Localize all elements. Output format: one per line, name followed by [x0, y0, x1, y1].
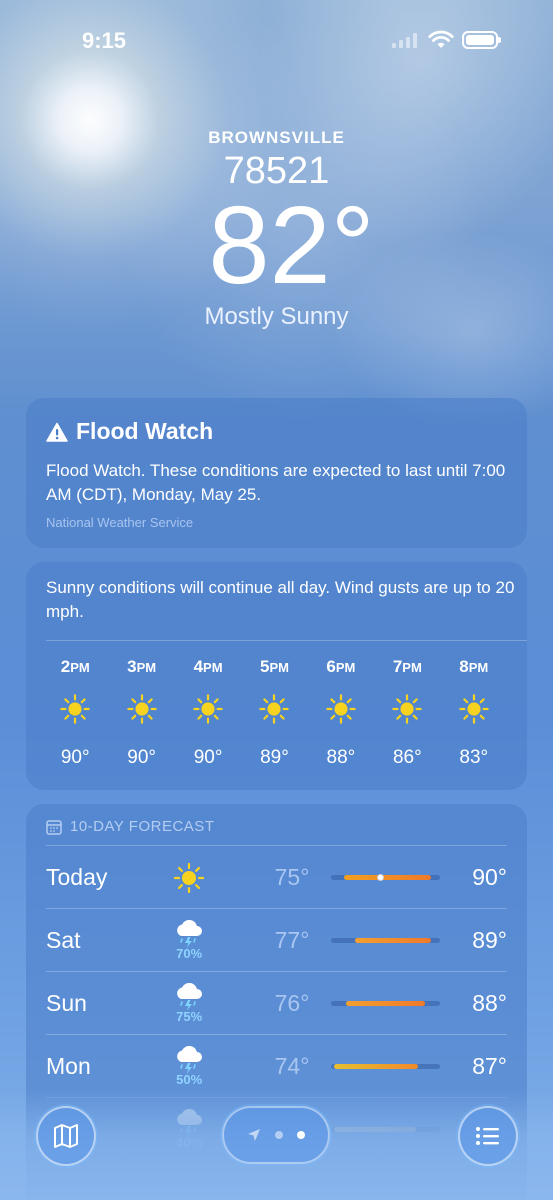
- thunderstorm-icon: 40%: [161, 1108, 218, 1150]
- hour-label: 8PM: [459, 657, 489, 676]
- location-list-button[interactable]: [458, 1106, 518, 1166]
- precip-chance: 40%: [176, 1134, 203, 1150]
- hour-label: 3PM: [127, 657, 157, 676]
- forecast-high: 87°: [472, 1052, 507, 1079]
- forecast-row[interactable]: Mon 50% 74° 87°: [46, 1034, 507, 1097]
- forecast-low: 76°: [274, 989, 310, 1016]
- status-bar: 9:15: [0, 0, 553, 80]
- current-condition: Mostly Sunny: [204, 303, 349, 330]
- alert-source[interactable]: National Weather Service: [46, 515, 507, 530]
- sun-icon: [161, 862, 218, 894]
- temperature-range-fill: [355, 937, 432, 943]
- forecast-header-text: 10-DAY FORECAST: [70, 818, 215, 835]
- sun-icon: [42, 681, 108, 737]
- sun-icon: [241, 681, 307, 737]
- sun-icon: [374, 681, 440, 737]
- temperature-range-bar: [331, 873, 441, 881]
- hour-label: 7PM: [392, 657, 422, 676]
- alert-description: Flood Watch. These conditions are expect…: [46, 461, 506, 504]
- hour-item: 5PM 89°: [241, 657, 307, 769]
- hour-temp: 83°: [459, 747, 489, 768]
- forecast-low: 74°: [274, 1052, 310, 1079]
- thunderstorm-icon: 70%: [161, 919, 218, 961]
- hour-label: 2PM: [60, 657, 90, 676]
- temperature-range-fill: [345, 1000, 425, 1006]
- forecast-low: 75°: [274, 863, 310, 890]
- forecast-day: Sun: [46, 989, 87, 1016]
- page-indicator[interactable]: [222, 1106, 330, 1164]
- forecast-high: 88°: [472, 989, 507, 1016]
- calendar-icon: [46, 819, 62, 835]
- hour-temp: 89°: [260, 747, 289, 768]
- temperature-range-fill: [333, 1126, 417, 1132]
- hour-item: 3PM 90°: [108, 657, 174, 769]
- hourly-summary: Sunny conditions will continue all day. …: [46, 578, 515, 621]
- wifi-icon: [428, 30, 454, 48]
- page-dot-active[interactable]: [297, 1131, 305, 1139]
- precip-chance: 70%: [176, 945, 203, 961]
- page-dot[interactable]: [275, 1131, 283, 1139]
- hour-temp: 90°: [127, 747, 156, 768]
- forecast-day: Mon: [46, 1052, 91, 1079]
- temperature-range-bar: [331, 1063, 441, 1069]
- divider: [46, 640, 527, 641]
- battery-icon: [462, 31, 501, 49]
- hourly-forecast-card[interactable]: Sunny conditions will continue all day. …: [26, 562, 527, 790]
- forecast-day: Today: [46, 863, 108, 890]
- hour-label: 6PM: [326, 657, 356, 676]
- forecast-row[interactable]: Sat 70% 77° 89°: [46, 908, 507, 971]
- sun-icon: [175, 681, 241, 737]
- cellular-signal-icon: [392, 32, 417, 48]
- forecast-row[interactable]: Today 75° 90°: [46, 845, 507, 908]
- city-name: BROWNSVILLE: [208, 128, 345, 147]
- temperature-range-fill: [333, 1063, 419, 1069]
- current-conditions: BROWNSVILLE 78521 82° Mostly Sunny: [0, 128, 553, 331]
- temperature-range-bar: [331, 937, 441, 943]
- hour-temp: 86°: [392, 747, 422, 768]
- current-temperature: 82°: [208, 184, 375, 307]
- sun-icon: [441, 681, 507, 737]
- map-button[interactable]: [36, 1106, 96, 1166]
- forecast-high: 89°: [472, 926, 507, 953]
- forecast-high: 90°: [472, 863, 507, 890]
- thunderstorm-icon: 75%: [161, 982, 218, 1024]
- sun-icon: [308, 681, 374, 737]
- precip-chance: 50%: [176, 1071, 203, 1087]
- flood-watch-alert-card[interactable]: Flood Watch Flood Watch. These condition…: [26, 398, 527, 548]
- forecast-row[interactable]: Sun 75% 76° 88°: [46, 971, 507, 1034]
- hour-item: 4PM 90°: [175, 657, 241, 769]
- location-arrow-icon: [248, 1129, 260, 1141]
- hourly-list[interactable]: 2PM 90° 3PM 90° 4PM 90° 5PM 89° 6PM 88° 7PM 8…: [42, 657, 507, 769]
- hour-item: 7PM 86°: [374, 657, 440, 769]
- sun-icon: [108, 681, 174, 737]
- list-icon: [476, 1127, 499, 1145]
- temperature-range-bar: [331, 1000, 441, 1006]
- forecast-low: 77°: [274, 926, 310, 953]
- temperature-range-bar: [331, 1126, 441, 1132]
- current-temp-dot: [377, 873, 385, 881]
- map-icon: [54, 1124, 78, 1148]
- precip-chance: 75%: [176, 1008, 203, 1024]
- forecast-day: Sat: [46, 926, 81, 953]
- alert-title-text: Flood Watch: [76, 418, 214, 444]
- status-time: 9:15: [82, 28, 127, 53]
- alert-title: Flood Watch: [46, 418, 507, 445]
- temperature-range-fill: [344, 874, 432, 880]
- forecast-header: 10-DAY FORECAST: [46, 818, 507, 835]
- hour-temp: 90°: [60, 747, 90, 768]
- thunderstorm-icon: 50%: [161, 1045, 218, 1087]
- hour-item: 8PM 83°: [441, 657, 507, 769]
- hour-item: 6PM 88°: [308, 657, 374, 769]
- hour-temp: 88°: [326, 747, 356, 768]
- warning-triangle-icon: [46, 422, 68, 442]
- hour-temp: 90°: [193, 747, 223, 768]
- hour-label: 5PM: [259, 657, 289, 676]
- hour-label: 4PM: [193, 657, 223, 676]
- hour-item: 2PM 90°: [42, 657, 108, 769]
